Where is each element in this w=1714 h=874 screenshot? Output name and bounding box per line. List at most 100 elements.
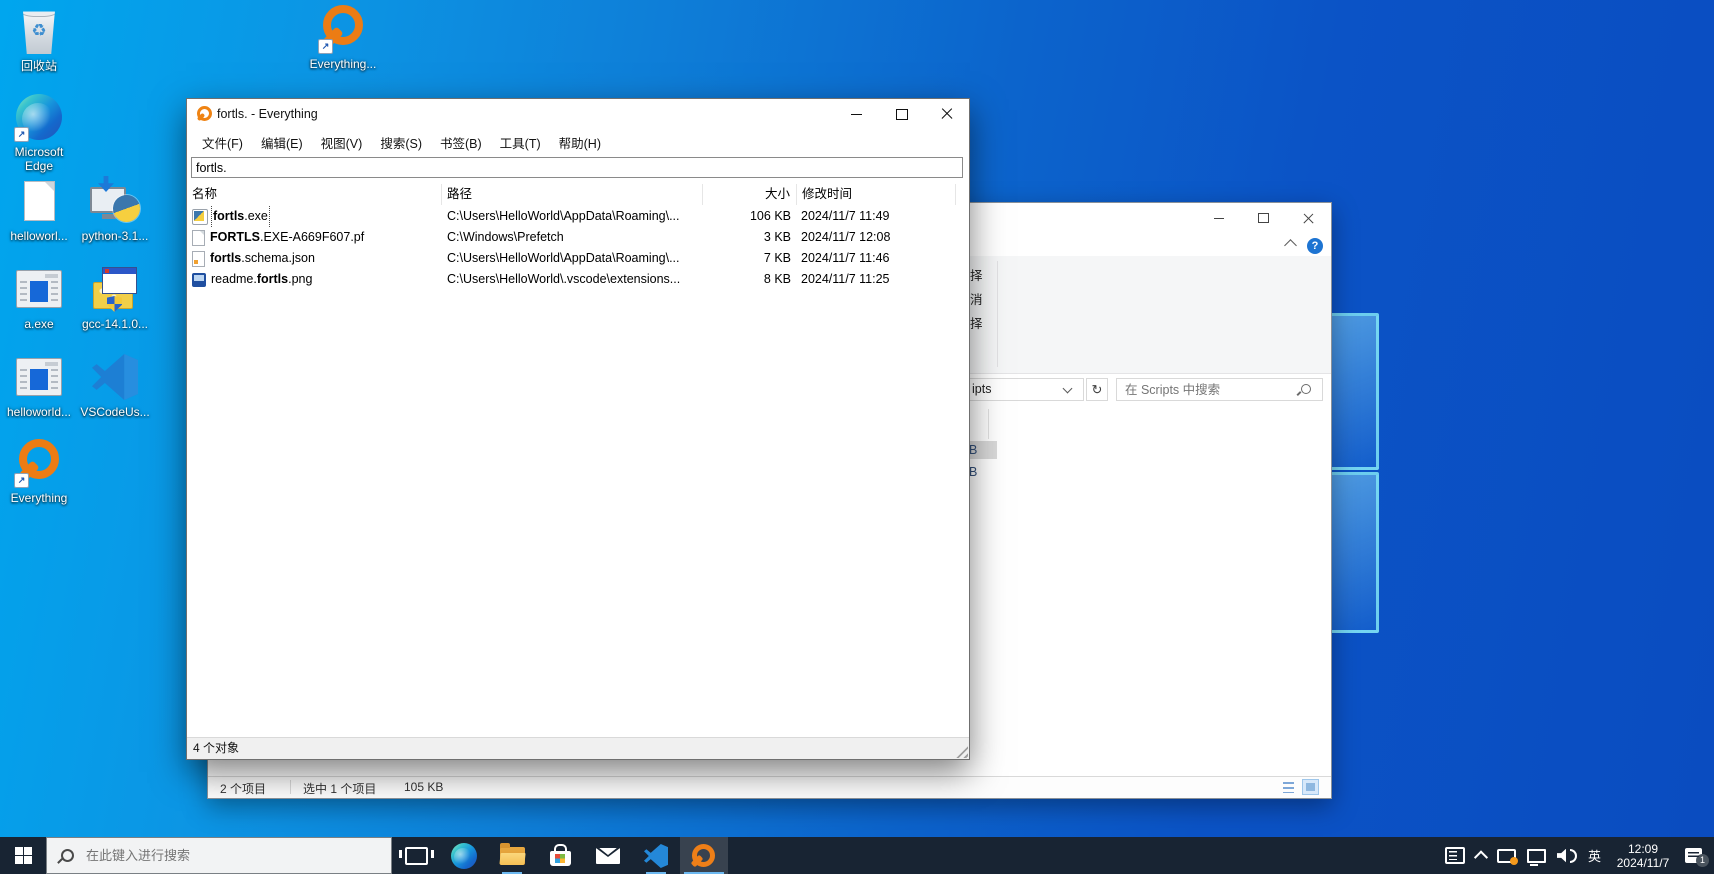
maximize-icon [1258,213,1269,223]
everything-status-bar: 4 个对象 [187,737,969,759]
menu-tools[interactable]: 工具(T) [491,130,550,155]
json-file-icon [192,251,205,267]
close-button[interactable] [924,99,969,129]
column-header-path[interactable]: 路径 [442,184,703,205]
ime-indicator[interactable]: 英 [1588,846,1601,865]
file-modified: 2024/11/7 12:08 [801,227,956,248]
clock[interactable]: 12:09 2024/11/7 [1612,842,1674,870]
desktop-icon-a-exe[interactable]: a.exe [0,264,78,331]
menu-view[interactable]: 视图(V) [312,130,372,155]
column-header-size[interactable]: 大小 [703,184,797,205]
selection-size: 105 KB [404,780,443,794]
details-view-button[interactable] [1280,779,1297,795]
result-row[interactable]: readme.fortls.png C:\Users\HelloWorld\.v… [187,269,969,290]
ribbon-button-fragment[interactable]: 择 [970,265,1010,284]
menu-file[interactable]: 文件(F) [193,130,252,155]
file-name: readme.fortls.png [211,269,312,290]
ribbon-separator [997,261,998,367]
taskbar-edge-button[interactable] [440,837,488,874]
file-name: FORTLS.EXE-A669F607.pf [210,227,364,248]
menu-edit[interactable]: 编辑(E) [252,130,312,155]
everything-window-icon [197,106,213,122]
vscode-icon [644,844,668,868]
start-button[interactable] [0,837,46,874]
taskbar: 英 12:09 2024/11/7 1 [0,837,1714,874]
desktop-icon-helloworld-exe[interactable]: helloworld... [0,352,78,419]
result-row[interactable]: FORTLS.EXE-A669F607.pf C:\Windows\Prefet… [187,227,969,248]
column-header-name[interactable]: 名称 [187,184,442,205]
menu-help[interactable]: 帮助(H) [550,130,610,155]
item-count: 2 个项目 [220,780,266,797]
taskbar-store-button[interactable] [536,837,584,874]
desktop-icon-everything-shortcut[interactable]: ↗ Everything... [304,4,382,71]
list-header: 名称 路径 大小 修改时间 [187,184,969,207]
recycle-bin-icon [21,8,57,54]
explorer-close-button[interactable] [1286,203,1331,233]
explorer-status-bar: 2 个项目 选中 1 个项目 105 KB [208,776,1331,798]
hidden-icons-chevron-icon[interactable] [1474,850,1488,864]
system-tray: 英 12:09 2024/11/7 1 [1445,837,1714,874]
address-dropdown-icon[interactable] [1063,384,1073,394]
file-path: C:\Users\HelloWorld\AppData\Roaming\... [447,206,701,227]
everything-icon [691,843,717,869]
file-modified: 2024/11/7 11:49 [801,206,956,227]
menu-bookmarks[interactable]: 书签(B) [431,130,491,155]
desktop: 回收站 ↗ Microsoft Edge helloworl... python… [0,0,1714,874]
ribbon-collapse-icon[interactable] [1284,239,1297,252]
desktop-icon-everything[interactable]: ↗ Everything [0,438,78,505]
minimize-button[interactable] [834,99,879,129]
minimize-icon [1214,218,1224,219]
notification-badge: 1 [1696,854,1709,867]
menu-search[interactable]: 搜索(S) [371,130,431,155]
network-icon[interactable] [1527,849,1546,863]
ribbon-button-fragment[interactable]: 择 [970,313,1010,332]
action-center-icon[interactable]: 1 [1685,848,1702,863]
desktop-icon-vscode[interactable]: VSCodeUs... [76,352,154,419]
minimize-icon [851,114,862,115]
python-installer-icon [88,178,142,224]
app-window-icon [16,270,62,308]
result-row[interactable]: fortls.exe C:\Users\HelloWorld\AppData\R… [187,206,969,227]
taskbar-mail-button[interactable] [584,837,632,874]
maximize-icon [896,109,908,120]
app-window-icon [16,358,62,396]
display-sync-icon[interactable] [1497,849,1516,863]
explorer-maximize-button[interactable] [1241,203,1286,233]
explorer-minimize-button[interactable] [1196,203,1241,233]
taskbar-explorer-button[interactable] [488,837,536,874]
desktop-icon-helloworl-doc[interactable]: helloworl... [0,176,78,243]
everything-search-input[interactable] [191,157,963,178]
gcc-installer-icon [92,266,138,312]
desktop-icon-label: Everything [0,491,78,505]
desktop-icon-label: helloworld... [0,405,78,419]
thumbnail-view-button[interactable] [1302,779,1319,795]
windows-logo-icon [15,847,32,864]
document-icon [24,181,55,221]
help-icon[interactable]: ? [1307,238,1323,254]
search-icon[interactable] [1301,384,1311,394]
column-header-modified[interactable]: 修改时间 [797,184,956,205]
taskbar-everything-button[interactable] [680,837,728,874]
explorer-search-input[interactable] [1116,378,1323,401]
ribbon-button-fragment[interactable]: 消 [970,289,1010,308]
desktop-icon-recycle-bin[interactable]: 回收站 [0,6,78,73]
shortcut-arrow-icon: ↗ [14,473,29,488]
taskbar-search-box[interactable] [46,837,392,874]
volume-icon[interactable] [1557,849,1577,863]
desktop-icon-label: Everything... [304,57,382,71]
news-icon[interactable] [1445,847,1465,864]
taskbar-search-input[interactable] [84,847,368,864]
desktop-icon-gcc-installer[interactable]: gcc-14.1.0... [76,264,154,331]
desktop-icon-edge[interactable]: ↗ Microsoft Edge [0,92,78,173]
result-row[interactable]: fortls.schema.json C:\Users\HelloWorld\A… [187,248,969,269]
task-view-button[interactable] [392,837,440,874]
everything-title-bar[interactable]: fortls. - Everything [187,99,969,129]
object-count: 4 个对象 [193,741,239,755]
file-name: fortls.exe [213,206,268,227]
desktop-icon-label: gcc-14.1.0... [76,317,154,331]
maximize-button[interactable] [879,99,924,129]
resize-grip[interactable] [955,745,968,758]
taskbar-vscode-button[interactable] [632,837,680,874]
desktop-icon-python-installer[interactable]: python-3.1... [76,176,154,243]
refresh-button[interactable]: ↻ [1086,378,1108,401]
